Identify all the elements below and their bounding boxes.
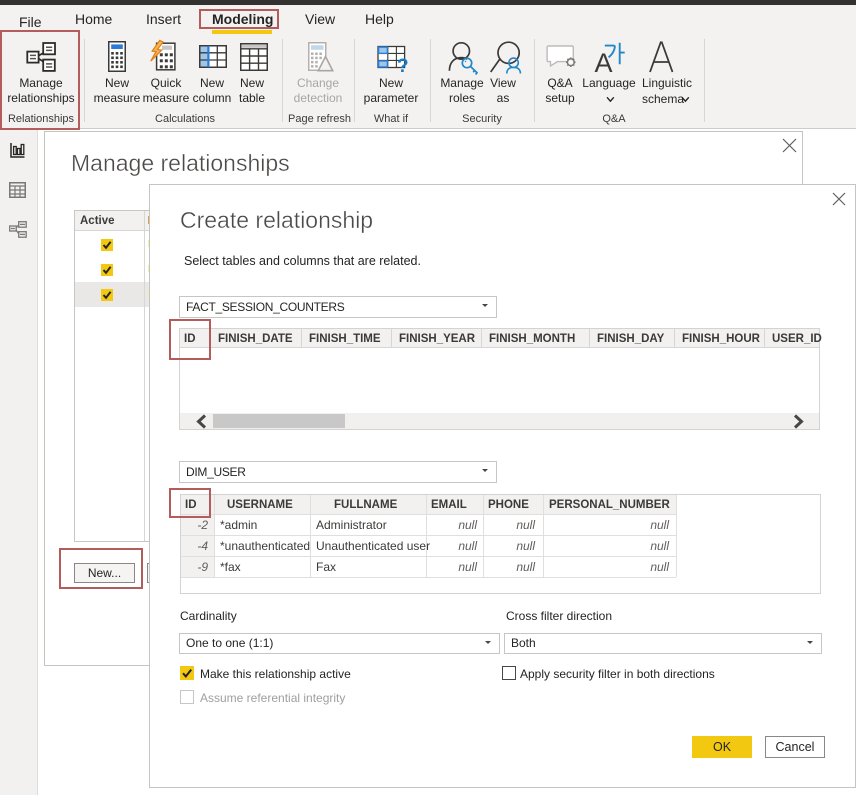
svg-text:?: ? (397, 56, 409, 74)
svg-text:A: A (595, 48, 613, 73)
